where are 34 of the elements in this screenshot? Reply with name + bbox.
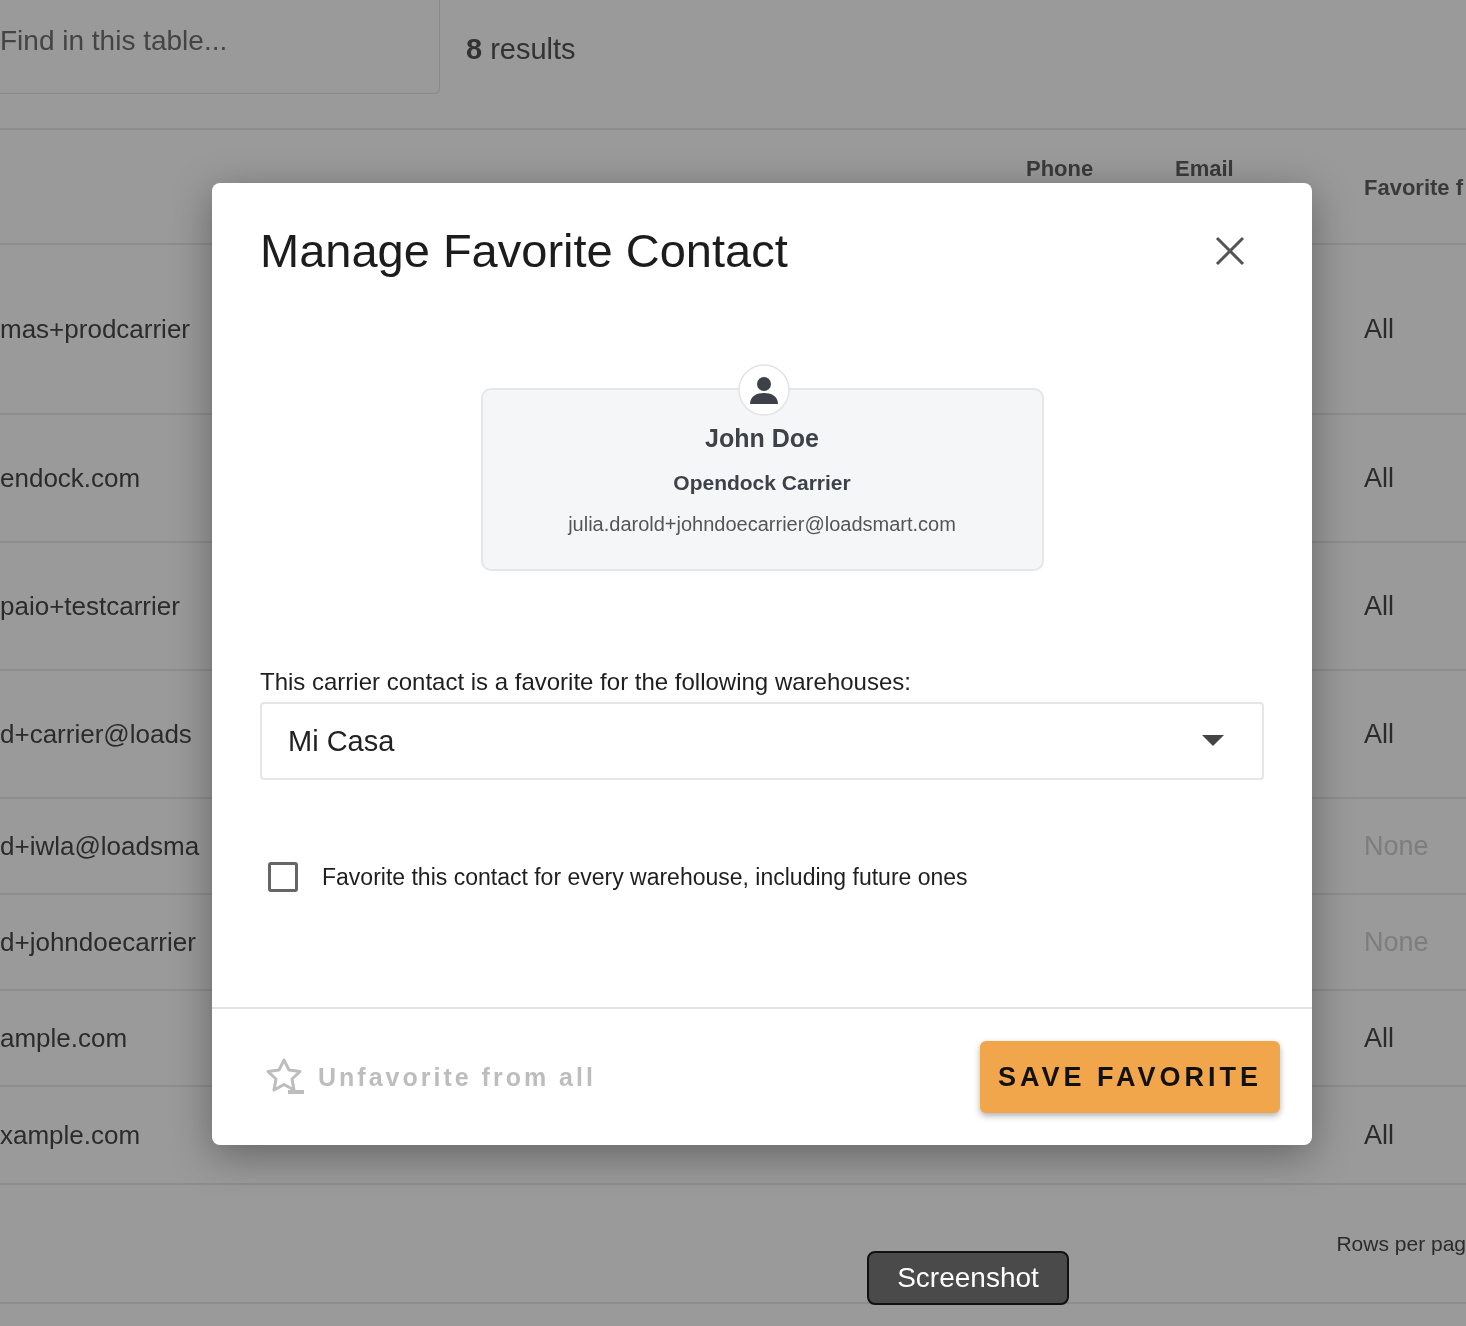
close-icon xyxy=(1214,234,1246,267)
contact-email: julia.darold+johndoecarrier@loadsmart.com xyxy=(568,513,956,536)
star-minus-icon xyxy=(264,1057,306,1097)
warehouse-select[interactable]: Mi Casa xyxy=(260,702,1264,780)
table-cell: endock.com xyxy=(0,462,141,493)
table-cell: All xyxy=(1364,718,1394,750)
column-header: Favorite f xyxy=(1364,175,1464,201)
table-cell: d+johndoecarrier xyxy=(0,926,196,957)
search-field[interactable]: Find in this table... xyxy=(0,0,440,94)
field-label: This carrier contact is a favorite for the following warehouses: xyxy=(260,668,912,696)
column-header: Email xyxy=(1175,156,1234,182)
table-cell: All xyxy=(1364,313,1394,345)
checkbox[interactable] xyxy=(268,862,298,892)
rows-per-page-label: Rows per pag xyxy=(1336,1231,1466,1256)
table-cell: d+carrier@loads xyxy=(0,718,192,749)
table-cell: d+iwla@loadsma xyxy=(0,830,200,861)
table-cell: mas+prodcarrier xyxy=(0,313,190,344)
caret-icon xyxy=(1202,735,1224,747)
table-cell: paio+testcarrier xyxy=(0,590,180,621)
close-button[interactable] xyxy=(1214,234,1246,267)
checkbox-label: Favorite this contact for every warehouse, including future ones xyxy=(322,863,968,891)
table-cell: ample.com xyxy=(0,1022,128,1053)
contact-company: Opendock Carrier xyxy=(673,471,851,495)
contact-name: John Doe xyxy=(705,424,819,453)
column-header: Phone xyxy=(1026,156,1094,182)
table-cell: All xyxy=(1364,462,1394,494)
table-cell: All xyxy=(1364,1119,1394,1151)
table-cell: All xyxy=(1364,1022,1394,1054)
tooltip: Screenshot xyxy=(867,1251,1069,1305)
save-button[interactable]: SAVE FAVORITE xyxy=(979,1041,1280,1113)
dialog-title: Manage Favorite Contact xyxy=(260,223,788,278)
table-cell: All xyxy=(1364,590,1394,622)
table-cell: xample.com xyxy=(0,1119,141,1150)
result-count: 8 results xyxy=(466,33,576,66)
